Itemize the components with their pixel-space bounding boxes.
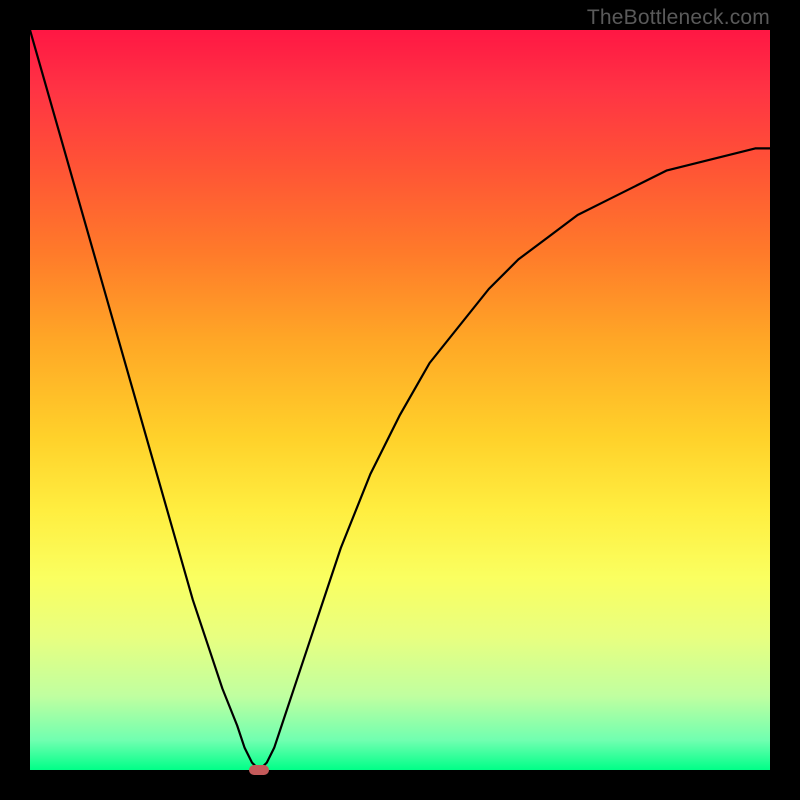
watermark-text: TheBottleneck.com bbox=[587, 6, 770, 30]
curve-svg bbox=[30, 30, 770, 770]
optimum-marker bbox=[249, 765, 269, 775]
plot-area bbox=[30, 30, 770, 770]
bottleneck-curve bbox=[30, 30, 770, 770]
chart-container: TheBottleneck.com bbox=[0, 0, 800, 800]
